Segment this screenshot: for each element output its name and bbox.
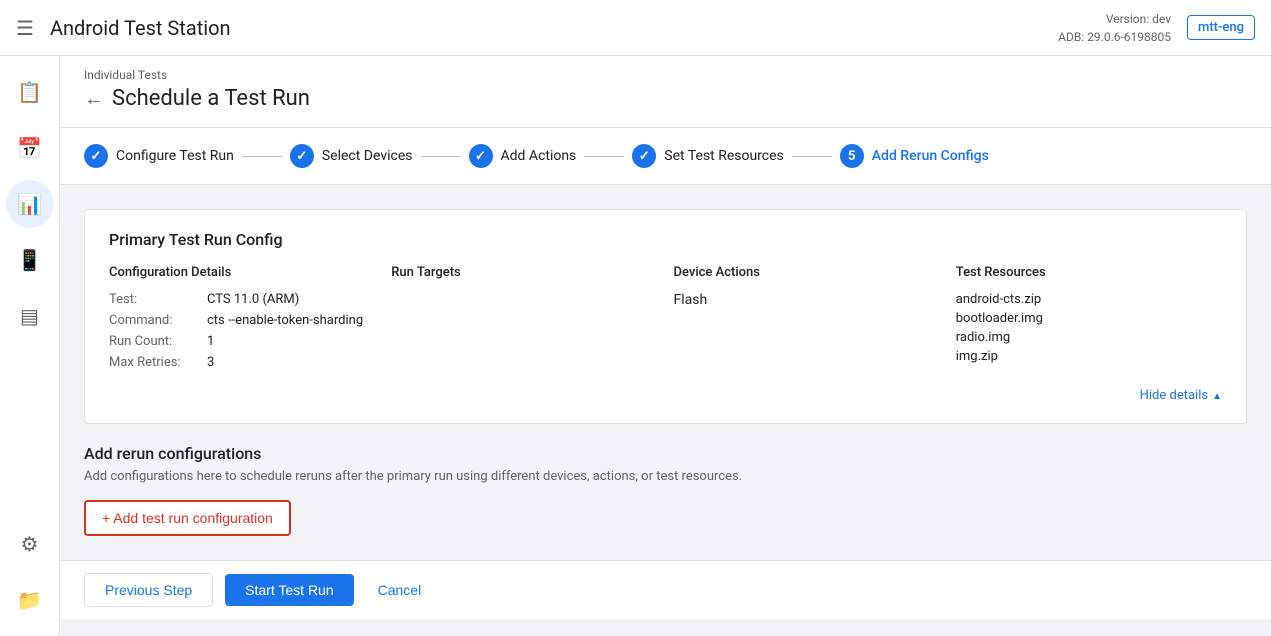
version-info: Version: dev ADB: 29.0.6-6198805 <box>1058 10 1171 46</box>
sidebar-item-clipboard[interactable]: 📋 <box>6 68 54 116</box>
device-actions-header: Device Actions <box>674 265 940 280</box>
breadcrumb: Individual Tests <box>84 68 1247 82</box>
step-2-circle <box>290 144 314 168</box>
add-config-button[interactable]: + Add test run configuration <box>84 500 291 536</box>
check-icon-3 <box>475 149 486 164</box>
back-button[interactable]: ← <box>84 86 104 111</box>
step-select-devices: Select Devices <box>290 144 413 168</box>
start-test-run-button[interactable]: Start Test Run <box>225 574 353 606</box>
page-title: Schedule a Test Run <box>112 86 310 111</box>
menu-icon[interactable]: ☰ <box>16 16 34 40</box>
config-grid: Configuration Details Test: CTS 11.0 (AR… <box>109 265 1222 376</box>
previous-step-button[interactable]: Previous Step <box>84 573 213 607</box>
test-value: CTS 11.0 (ARM) <box>207 292 299 307</box>
layout: 📋 📅 📊 📱 ▤ ⚙ 📁 Individual Tests ← Schedul… <box>0 56 1271 636</box>
test-resources-header: Test Resources <box>956 265 1222 280</box>
step-1-circle <box>84 144 108 168</box>
step-add-rerun: 5 Add Rerun Configs <box>840 144 989 168</box>
sidebar-item-settings[interactable]: ⚙ <box>6 520 54 568</box>
footer: Previous Step Start Test Run Cancel <box>60 560 1271 619</box>
rerun-description: Add configurations here to schedule reru… <box>84 469 1247 484</box>
step-4-circle <box>632 144 656 168</box>
rerun-title: Add rerun configurations <box>84 444 1247 463</box>
max-retries-row: Max Retries: 3 <box>109 355 375 370</box>
resource-4: img.zip <box>956 349 1222 364</box>
max-retries-label: Max Retries: <box>109 355 199 370</box>
resources-list: android-cts.zip bootloader.img radio.img… <box>956 292 1222 364</box>
rerun-section: Add rerun configurations Add configurati… <box>84 444 1247 536</box>
sidebar-item-calendar[interactable]: 📅 <box>6 124 54 172</box>
step-add-actions: Add Actions <box>469 144 577 168</box>
cancel-button[interactable]: Cancel <box>366 574 434 606</box>
step-connector-2 <box>421 156 461 157</box>
device-action-flash: Flash <box>674 292 940 308</box>
chevron-up-icon <box>1212 388 1222 403</box>
step-1-label: Configure Test Run <box>116 148 234 164</box>
resource-3: radio.img <box>956 330 1222 345</box>
step-2-label: Select Devices <box>322 148 413 164</box>
hide-details-label: Hide details <box>1140 388 1208 403</box>
step-set-resources: Set Test Resources <box>632 144 783 168</box>
config-details-col: Configuration Details Test: CTS 11.0 (AR… <box>109 265 375 376</box>
check-icon-2 <box>296 149 307 164</box>
run-targets-header: Run Targets <box>391 265 657 280</box>
sidebar: 📋 📅 📊 📱 ▤ ⚙ 📁 <box>0 56 60 636</box>
test-label: Test: <box>109 292 199 307</box>
stepper: Configure Test Run Select Devices Add Ac… <box>60 128 1271 185</box>
step-3-circle <box>469 144 493 168</box>
max-retries-value: 3 <box>207 355 214 370</box>
run-count-row: Run Count: 1 <box>109 334 375 349</box>
test-resources-col: Test Resources android-cts.zip bootloade… <box>956 265 1222 376</box>
check-icon-4 <box>639 149 650 164</box>
content-area: Primary Test Run Config Configuration De… <box>60 185 1271 560</box>
step-connector-1 <box>242 156 282 157</box>
run-count-label: Run Count: <box>109 334 199 349</box>
config-details-header: Configuration Details <box>109 265 375 280</box>
command-label: Command: <box>109 313 199 328</box>
step-3-label: Add Actions <box>501 148 577 164</box>
app-title: Android Test Station <box>50 16 1042 40</box>
main-content: Individual Tests ← Schedule a Test Run C… <box>60 56 1271 636</box>
topbar: ☰ Android Test Station Version: dev ADB:… <box>0 0 1271 56</box>
environment-badge: mtt-eng <box>1187 15 1255 40</box>
step-configure: Configure Test Run <box>84 144 234 168</box>
sidebar-item-folder[interactable]: 📁 <box>6 576 54 624</box>
run-targets-col: Run Targets <box>391 265 657 376</box>
step-connector-4 <box>792 156 832 157</box>
step-5-circle: 5 <box>840 144 864 168</box>
primary-config-card: Primary Test Run Config Configuration De… <box>84 209 1247 424</box>
step-5-number: 5 <box>848 149 855 164</box>
step-4-label: Set Test Resources <box>664 148 783 164</box>
page-header: Individual Tests ← Schedule a Test Run <box>60 56 1271 128</box>
run-count-value: 1 <box>207 334 214 349</box>
resource-1: android-cts.zip <box>956 292 1222 307</box>
card-title: Primary Test Run Config <box>109 230 1222 249</box>
hide-details-link[interactable]: Hide details <box>109 388 1222 403</box>
test-row: Test: CTS 11.0 (ARM) <box>109 292 375 307</box>
resource-2: bootloader.img <box>956 311 1222 326</box>
command-value: cts --enable-token-sharding <box>207 313 363 328</box>
step-connector-3 <box>584 156 624 157</box>
check-icon <box>91 149 102 164</box>
sidebar-item-chart[interactable]: 📊 <box>6 180 54 228</box>
device-actions-col: Device Actions Flash <box>674 265 940 376</box>
sidebar-item-layers[interactable]: ▤ <box>6 292 54 340</box>
sidebar-item-phone[interactable]: 📱 <box>6 236 54 284</box>
page-title-row: ← Schedule a Test Run <box>84 86 1247 111</box>
command-row: Command: cts --enable-token-sharding <box>109 313 375 328</box>
step-5-label: Add Rerun Configs <box>872 148 989 164</box>
